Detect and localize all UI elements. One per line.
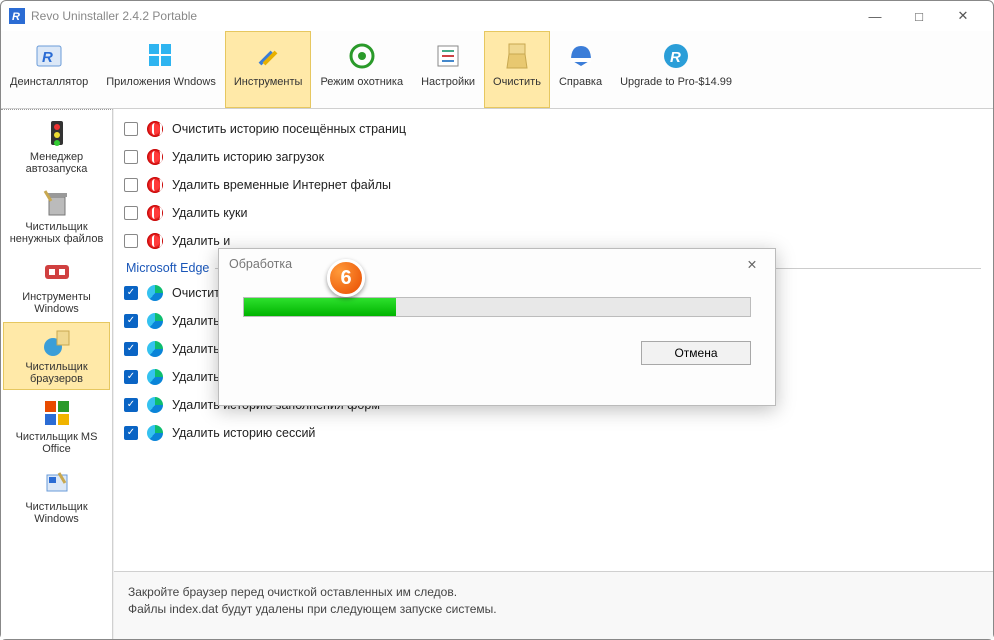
checkbox[interactable] bbox=[124, 178, 138, 192]
checkbox[interactable] bbox=[124, 286, 138, 300]
uninstaller-icon: R bbox=[33, 40, 65, 72]
list-item-label: Удалить и bbox=[172, 234, 230, 248]
checkbox[interactable] bbox=[124, 370, 138, 384]
opera-icon bbox=[146, 148, 164, 166]
maximize-button[interactable]: □ bbox=[897, 1, 941, 31]
toolbar-hunter[interactable]: Режим охотника bbox=[311, 31, 412, 108]
list-item[interactable]: Удалить куки bbox=[124, 199, 981, 227]
sidebar: Менеджер автозапуска Чистильщик ненужных … bbox=[1, 109, 113, 639]
sidebar-item-wintools[interactable]: Инструменты Windows bbox=[3, 252, 110, 320]
close-button[interactable]: ✕ bbox=[941, 1, 985, 31]
list-item-label: Удалить куки bbox=[172, 206, 248, 220]
toolbar-label: Upgrade to Pro-$14.99 bbox=[620, 76, 732, 88]
list-item[interactable]: Удалить историю загрузок bbox=[124, 143, 981, 171]
app-icon: R bbox=[9, 8, 25, 24]
sidebar-item-label: Чистильщик браузеров bbox=[6, 361, 107, 385]
opera-icon bbox=[146, 176, 164, 194]
autorun-icon bbox=[41, 117, 73, 149]
svg-text:R: R bbox=[42, 49, 53, 66]
toolbar-upgrade[interactable]: R Upgrade to Pro-$14.99 bbox=[611, 31, 741, 108]
checkbox[interactable] bbox=[124, 398, 138, 412]
list-item[interactable]: Удалить историю сессий bbox=[124, 419, 981, 447]
toolbar-win-apps[interactable]: Приложения Wndows bbox=[97, 31, 225, 108]
step-badge: 6 bbox=[327, 259, 365, 297]
dialog-titlebar[interactable]: Обработка ✕ bbox=[219, 249, 775, 279]
toolbar-clean[interactable]: Очистить bbox=[484, 31, 550, 108]
sidebar-item-browsers[interactable]: Чистильщик браузеров bbox=[3, 322, 110, 390]
sidebar-item-autorun[interactable]: Менеджер автозапуска bbox=[3, 112, 110, 180]
toolbar-uninstaller[interactable]: R Деинсталлятор bbox=[1, 31, 97, 108]
list-item[interactable]: Удалить временные Интернет файлы bbox=[124, 171, 981, 199]
sidebar-item-label: Чистильщик ненужных файлов bbox=[6, 221, 107, 245]
checkbox[interactable] bbox=[124, 342, 138, 356]
clean-icon bbox=[501, 40, 533, 72]
msoffice-icon bbox=[41, 397, 73, 429]
checkbox[interactable] bbox=[124, 426, 138, 440]
sidebar-item-label: Менеджер автозапуска bbox=[6, 151, 107, 175]
edge-icon bbox=[146, 284, 164, 302]
tools-icon bbox=[252, 40, 284, 72]
toolbar-settings[interactable]: Настройки bbox=[412, 31, 484, 108]
svg-text:R: R bbox=[12, 11, 20, 23]
status-line: Файлы index.dat будут удалены при следую… bbox=[128, 602, 979, 616]
settings-icon bbox=[432, 40, 464, 72]
toolbar-label: Настройки bbox=[421, 76, 475, 88]
toolbar-label: Деинсталлятор bbox=[10, 76, 88, 88]
opera-icon bbox=[146, 204, 164, 222]
edge-icon bbox=[146, 312, 164, 330]
status-line: Закройте браузер перед очисткой оставлен… bbox=[128, 585, 979, 599]
list-item-label: Очистить историю посещённых страниц bbox=[172, 122, 406, 136]
titlebar: R Revo Uninstaller 2.4.2 Portable — □ ✕ bbox=[1, 1, 993, 31]
toolbar-label: Приложения Wndows bbox=[106, 76, 216, 88]
hunter-icon bbox=[346, 40, 378, 72]
sidebar-item-junk[interactable]: Чистильщик ненужных файлов bbox=[3, 182, 110, 250]
edge-icon bbox=[146, 396, 164, 414]
list-item-label: Удалить историю сессий bbox=[172, 426, 315, 440]
dialog-title: Обработка bbox=[229, 257, 292, 271]
list-item-label: Удалить временные Интернет файлы bbox=[172, 178, 391, 192]
toolbar-label: Режим охотника bbox=[320, 76, 403, 88]
status-bar: Закройте браузер перед очисткой оставлен… bbox=[114, 571, 993, 639]
checkbox[interactable] bbox=[124, 206, 138, 220]
progress-bar bbox=[243, 297, 751, 317]
help-icon bbox=[565, 40, 597, 72]
sidebar-item-label: Чистильщик MS Office bbox=[6, 431, 107, 455]
toolbar-label: Очистить bbox=[493, 76, 541, 88]
minimize-button[interactable]: — bbox=[853, 1, 897, 31]
win-apps-icon bbox=[145, 40, 177, 72]
checkbox[interactable] bbox=[124, 234, 138, 248]
wincleaner-icon bbox=[41, 467, 73, 499]
sidebar-item-label: Чистильщик Windows bbox=[6, 501, 107, 525]
toolbar-help[interactable]: Справка bbox=[550, 31, 611, 108]
list-item[interactable]: Очистить историю посещённых страниц bbox=[124, 115, 981, 143]
edge-icon bbox=[146, 368, 164, 386]
checkbox[interactable] bbox=[124, 314, 138, 328]
junk-icon bbox=[41, 187, 73, 219]
checkbox[interactable] bbox=[124, 150, 138, 164]
progress-fill bbox=[244, 298, 396, 316]
sidebar-item-label: Инструменты Windows bbox=[6, 291, 107, 315]
wintools-icon bbox=[41, 257, 73, 289]
toolbar-tools[interactable]: Инструменты bbox=[225, 31, 312, 108]
edge-icon bbox=[146, 424, 164, 442]
upgrade-icon: R bbox=[660, 40, 692, 72]
progress-dialog: Обработка ✕ Отмена bbox=[218, 248, 776, 406]
toolbar: R Деинсталлятор Приложения Wndows Инструмен… bbox=[1, 31, 993, 109]
cancel-button[interactable]: Отмена bbox=[641, 341, 751, 365]
checkbox[interactable] bbox=[124, 122, 138, 136]
dialog-close-button[interactable]: ✕ bbox=[739, 253, 765, 275]
opera-icon bbox=[146, 120, 164, 138]
toolbar-label: Инструменты bbox=[234, 76, 303, 88]
browsers-icon bbox=[41, 327, 73, 359]
edge-icon bbox=[146, 340, 164, 358]
window-title: Revo Uninstaller 2.4.2 Portable bbox=[31, 9, 853, 23]
toolbar-label: Справка bbox=[559, 76, 602, 88]
opera-icon bbox=[146, 232, 164, 250]
svg-text:R: R bbox=[670, 49, 681, 66]
sidebar-item-wincleaner[interactable]: Чистильщик Windows bbox=[3, 462, 110, 530]
list-item-label: Удалить историю загрузок bbox=[172, 150, 324, 164]
sidebar-item-msoffice[interactable]: Чистильщик MS Office bbox=[3, 392, 110, 460]
